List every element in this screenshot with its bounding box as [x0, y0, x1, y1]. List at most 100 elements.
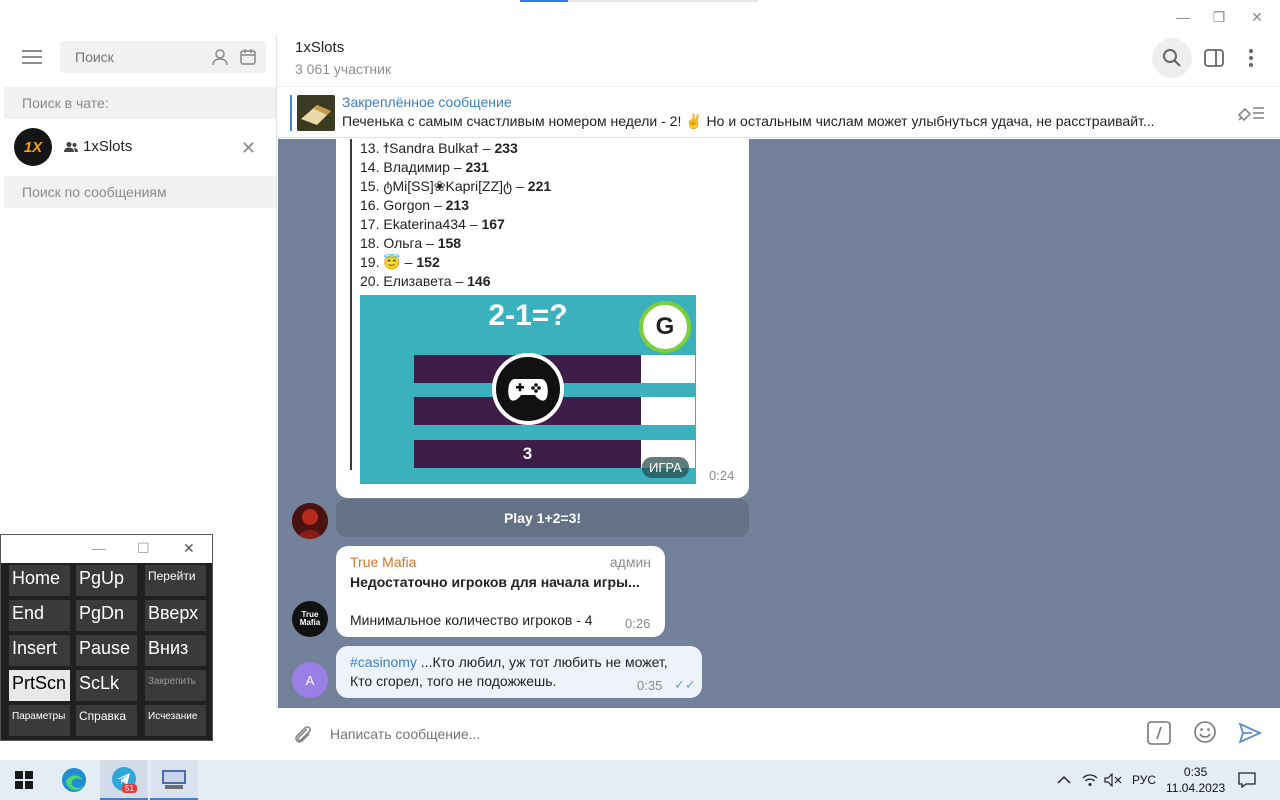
- attach-icon[interactable]: [292, 723, 314, 745]
- user-avatar[interactable]: [292, 503, 328, 539]
- message-text-bold: Недостаточно игроков для начала игры...: [350, 574, 640, 590]
- show-hidden-icons[interactable]: [1057, 760, 1071, 800]
- search-button[interactable]: [1152, 38, 1192, 78]
- close-window-button[interactable]: ✕: [1245, 6, 1269, 28]
- own-avatar[interactable]: A: [292, 662, 328, 698]
- hashtag-link[interactable]: #casinomy: [350, 654, 417, 670]
- game-option-label: 3: [522, 444, 533, 463]
- start-button[interactable]: [0, 760, 48, 800]
- search-input[interactable]: [60, 41, 190, 73]
- game-option-bar: 3: [414, 440, 695, 468]
- leaderboard-rank: 17.: [360, 216, 380, 232]
- message-sender[interactable]: True Mafia: [350, 554, 416, 570]
- clock-time: 0:35: [1183, 765, 1208, 779]
- clock-date: 11.04.2023: [1166, 781, 1226, 795]
- composer: [278, 708, 1280, 760]
- osk-key[interactable]: Параметры: [9, 705, 70, 736]
- user-filter-icon[interactable]: [211, 48, 229, 66]
- minimize-button[interactable]: —: [1171, 6, 1195, 28]
- leaderboard-row: 19. 😇 – 152: [360, 254, 440, 270]
- bot-commands-icon[interactable]: [1147, 721, 1171, 745]
- clock[interactable]: 0:35 11.04.2023: [1166, 764, 1225, 796]
- osk-key[interactable]: PrtScn: [9, 670, 70, 701]
- osk-key[interactable]: Insert: [9, 635, 70, 666]
- leaderboard-rank: 16.: [360, 197, 380, 213]
- restore-button[interactable]: ❐: [1207, 6, 1231, 28]
- calendar-icon[interactable]: [239, 48, 257, 66]
- osk-key[interactable]: Вниз: [145, 635, 206, 666]
- message-line: Кто сгорел, того не подожжешь.: [350, 673, 557, 689]
- leaderboard-score: 167: [481, 216, 505, 232]
- osk-key[interactable]: Перейти: [145, 565, 206, 596]
- osk-minimize-icon[interactable]: —: [92, 540, 106, 556]
- osk-maximize-icon[interactable]: ☐: [137, 540, 150, 557]
- game-preview[interactable]: 2-1=? G 1 2 3 ИГРА: [360, 295, 696, 484]
- osk-key[interactable]: Home: [9, 565, 70, 596]
- message-text: #casinomy ...Кто любил, уж тот любить не…: [350, 653, 668, 691]
- search-in-chat-label: Поиск в чате:: [4, 87, 276, 119]
- leaderboard-row: 15. ტMi[SS]❀Kapri[ZZ]ტ – 221: [360, 178, 552, 194]
- leaderboard-name: 😇: [383, 254, 401, 270]
- message-bubble-game[interactable]: 13. ϯSandra Bulkaϯ – 233 14. Владимир – 2…: [336, 139, 749, 498]
- message-search-input[interactable]: Поиск по сообщениям: [4, 176, 276, 208]
- osk-key[interactable]: End: [9, 600, 70, 631]
- message-input[interactable]: [330, 718, 1130, 750]
- clear-chat-filter-icon[interactable]: ✕: [241, 138, 256, 159]
- language-indicator[interactable]: РУС: [1132, 760, 1156, 800]
- leaderboard-score: 158: [437, 235, 462, 251]
- osk-key[interactable]: PgDn: [76, 600, 137, 631]
- osk-key[interactable]: Pause: [76, 635, 137, 666]
- osk-key[interactable]: Вверх: [145, 600, 206, 631]
- side-panel-icon: [1204, 49, 1224, 67]
- leaderboard-score: 233: [494, 140, 518, 156]
- true-mafia-avatar[interactable]: True Mafia: [292, 601, 328, 637]
- leaderboard-row: 14. Владимир – 231: [360, 159, 489, 175]
- osk-key[interactable]: PgUp: [76, 565, 137, 596]
- pinned-message[interactable]: Закреплённое сообщение Печенька с самым …: [278, 86, 1280, 138]
- message-bubble-true-mafia[interactable]: True Mafia админ Недостаточно игроков дл…: [336, 546, 665, 637]
- windows-icon: [15, 771, 33, 789]
- volume-tray[interactable]: [1104, 760, 1122, 800]
- osk-key[interactable]: Исчезание: [145, 705, 206, 736]
- leaderboard-row: 18. Ольга – 158: [360, 235, 462, 251]
- leaderboard-rank: 14.: [360, 159, 380, 175]
- leaderboard-row: 13. ϯSandra Bulkaϯ – 233: [360, 140, 518, 156]
- more-button[interactable]: [1231, 38, 1271, 78]
- chat-avatar: 1X: [14, 128, 52, 166]
- unpin-icon[interactable]: [1236, 103, 1266, 123]
- taskbar-edge[interactable]: [50, 760, 98, 800]
- leaderboard-score: 221: [527, 178, 552, 194]
- window-title-bar: — ❐ ✕: [0, 0, 1280, 34]
- message-time: 0:24: [709, 468, 735, 483]
- network-tray[interactable]: [1082, 760, 1098, 800]
- emoji-icon[interactable]: [1193, 720, 1217, 744]
- taskbar-keyboard-app[interactable]: [150, 760, 198, 800]
- more-vertical-icon: [1249, 49, 1253, 67]
- message-bubble-own[interactable]: #casinomy ...Кто любил, уж тот любить не…: [336, 646, 702, 698]
- speaker-muted-icon: [1104, 773, 1122, 787]
- search-chat-item[interactable]: 1X 1xSlots ✕: [0, 120, 277, 174]
- taskbar-telegram[interactable]: 51: [100, 760, 148, 800]
- send-icon[interactable]: [1238, 721, 1262, 745]
- edge-browser-icon: [62, 768, 86, 792]
- pinned-text: Печенька с самым счастливым номером неде…: [342, 113, 1155, 129]
- leaderboard-name: Ekaterina434: [383, 216, 466, 232]
- osk-key[interactable]: Закрепить: [145, 670, 206, 701]
- leaderboard-rank: 13.: [360, 140, 380, 156]
- leaderboard-rank: 20.: [360, 273, 380, 289]
- leaderboard-name: ტMi[SS]❀Kapri[ZZ]ტ: [383, 178, 513, 194]
- osk-key[interactable]: Справка: [76, 705, 137, 736]
- notifications-button[interactable]: [1238, 760, 1256, 800]
- osk-key[interactable]: ScLk: [76, 670, 137, 701]
- play-game-button[interactable]: Play 1+2=3!: [336, 499, 749, 537]
- leaderboard-name: Ольга: [383, 235, 423, 251]
- game-label: ИГРА: [642, 457, 689, 478]
- chat-name-text: 1xSlots: [83, 138, 133, 155]
- osk-close-icon[interactable]: ✕: [183, 540, 195, 557]
- sidebar-toggle-button[interactable]: [1194, 38, 1234, 78]
- wifi-icon: [1082, 774, 1098, 786]
- message-text: Минимальное количество игроков - 4: [350, 612, 593, 628]
- menu-icon[interactable]: [22, 50, 42, 64]
- pinned-accent-bar: [290, 95, 292, 131]
- chat-title[interactable]: 1xSlots: [295, 39, 344, 56]
